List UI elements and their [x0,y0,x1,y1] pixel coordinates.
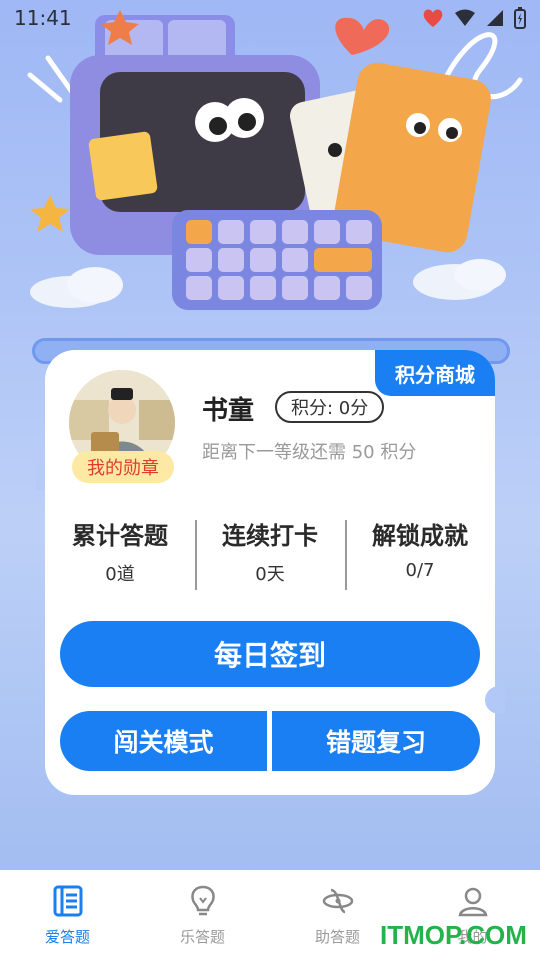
stat-label: 连续打卡 [222,522,318,550]
status-bar: 11:41 [0,0,540,36]
nav-item-fun-answer[interactable]: 乐答题 [135,870,270,960]
hero-illustration [0,0,540,330]
battery-icon [514,7,526,29]
heart-icon [423,9,443,27]
orbit-icon [322,888,353,914]
stat-total-answers: 累计答题 0道 [45,518,195,592]
my-medals-button[interactable]: 我的勋章 [72,451,174,483]
stat-label: 累计答题 [72,522,168,550]
book-icon [53,885,82,917]
nav-label: 助答题 [314,928,360,946]
stat-achievements: 解锁成就 0/7 [345,518,495,592]
watermark: ITMOP.COM [380,920,527,950]
user-icon [457,887,488,917]
stat-value: 0道 [105,564,135,585]
stats-row: 累计答题 0道 连续打卡 0天 解锁成就 0/7 [45,518,495,592]
card-notch-right [485,686,505,714]
stat-value: 0/7 [405,560,435,581]
points-pill: 积分: 0分 [275,391,385,423]
wifi-icon [455,9,475,26]
username: 书童 [202,396,255,426]
status-time: 11:41 [14,6,72,30]
stat-label: 解锁成就 [372,522,468,550]
nav-label: 乐答题 [179,928,225,946]
stat-value: 0天 [255,564,285,585]
level-hint: 距离下一等级还需 50 积分 [202,442,417,463]
lightbulb-icon [190,885,215,916]
signal-icon [487,10,503,26]
status-icons [422,7,526,29]
level-mode-button[interactable]: 闯关模式 [60,711,267,771]
nav-item-love-answer[interactable]: 爱答题 [0,870,135,960]
daily-checkin-button[interactable]: 每日签到 [60,621,480,687]
stat-streak: 连续打卡 0天 [195,518,345,592]
profile-card: 积分商城 我的勋章 书童 积分: 0分 距离下一等级还需 50 积分 累计答题 … [45,350,495,795]
nav-label: 爱答题 [44,928,90,946]
points-mall-button[interactable]: 积分商城 [375,350,495,396]
wrong-answer-review-button[interactable]: 错题复习 [272,711,480,771]
